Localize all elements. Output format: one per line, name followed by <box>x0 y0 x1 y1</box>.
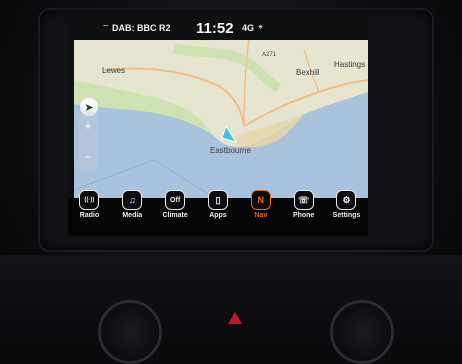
dock-item-radio[interactable]: ((·)) Radio <box>72 190 106 219</box>
phone-icon: ☏ <box>293 190 314 210</box>
settings-gear-icon: ⚙ <box>336 190 357 210</box>
place-label-hastings: Hastings <box>334 60 366 69</box>
dock-item-phone[interactable]: ☏ Phone <box>287 190 321 219</box>
climate-off-icon: Off <box>165 190 186 210</box>
dock-item-nav[interactable]: N Nav <box>244 190 278 219</box>
dock-label-nav: Nav <box>254 212 268 219</box>
dock-label-radio: Radio <box>79 212 100 219</box>
location-pin-icon: ⌖ <box>258 22 264 32</box>
apps-icon: ▯ <box>207 190 228 210</box>
zoom-in-icon[interactable]: + <box>84 119 91 133</box>
status-bar: ⌔ DAB: BBC R2 11:52 4G ⌖ <box>68 18 368 40</box>
radio-icon: ((·)) <box>79 190 100 210</box>
road-label-a271: A271 <box>262 52 277 58</box>
clock: 11:52 <box>196 20 234 37</box>
dock-item-settings[interactable]: ⚙ Settings <box>329 190 363 219</box>
music-note-icon: ♫ <box>122 190 143 210</box>
dock-item-climate[interactable]: Off Climate <box>158 190 192 219</box>
tune-knob[interactable] <box>330 300 394 364</box>
volume-knob[interactable] <box>98 300 162 364</box>
place-label-lewes: Lewes <box>102 66 126 75</box>
dock-label-apps: Apps <box>209 212 227 219</box>
dock-label-media: Media <box>122 212 143 219</box>
hazard-warning-icon[interactable] <box>228 312 242 324</box>
dock-item-apps[interactable]: ▯ Apps <box>201 190 235 219</box>
zoom-out-icon[interactable]: − <box>84 150 91 164</box>
infotainment-screen: ⌔ DAB: BBC R2 11:52 4G ⌖ Lewes Bexhill H… <box>68 18 368 236</box>
signal-icon: ⌔ <box>102 23 110 32</box>
place-label-bexhill: Bexhill <box>296 68 320 77</box>
dock-label-climate: Climate <box>162 212 188 219</box>
zoom-control: + − <box>78 110 98 172</box>
network-indicator: 4G <box>242 23 255 33</box>
dock-item-media[interactable]: ♫ Media <box>115 190 149 219</box>
dock-label-settings: Settings <box>332 212 361 219</box>
place-label-eastbourne: Eastbourne <box>210 146 251 155</box>
dock-label-phone: Phone <box>292 212 315 219</box>
navigation-map[interactable]: Lewes Bexhill Hastings Eastbourne A271 ➤… <box>74 40 368 210</box>
nav-compass-icon: N <box>250 190 271 210</box>
app-dock: ((·)) Radio ♫ Media Off Climate ▯ Apps N… <box>68 190 368 236</box>
radio-station-label[interactable]: DAB: BBC R2 <box>112 23 171 33</box>
